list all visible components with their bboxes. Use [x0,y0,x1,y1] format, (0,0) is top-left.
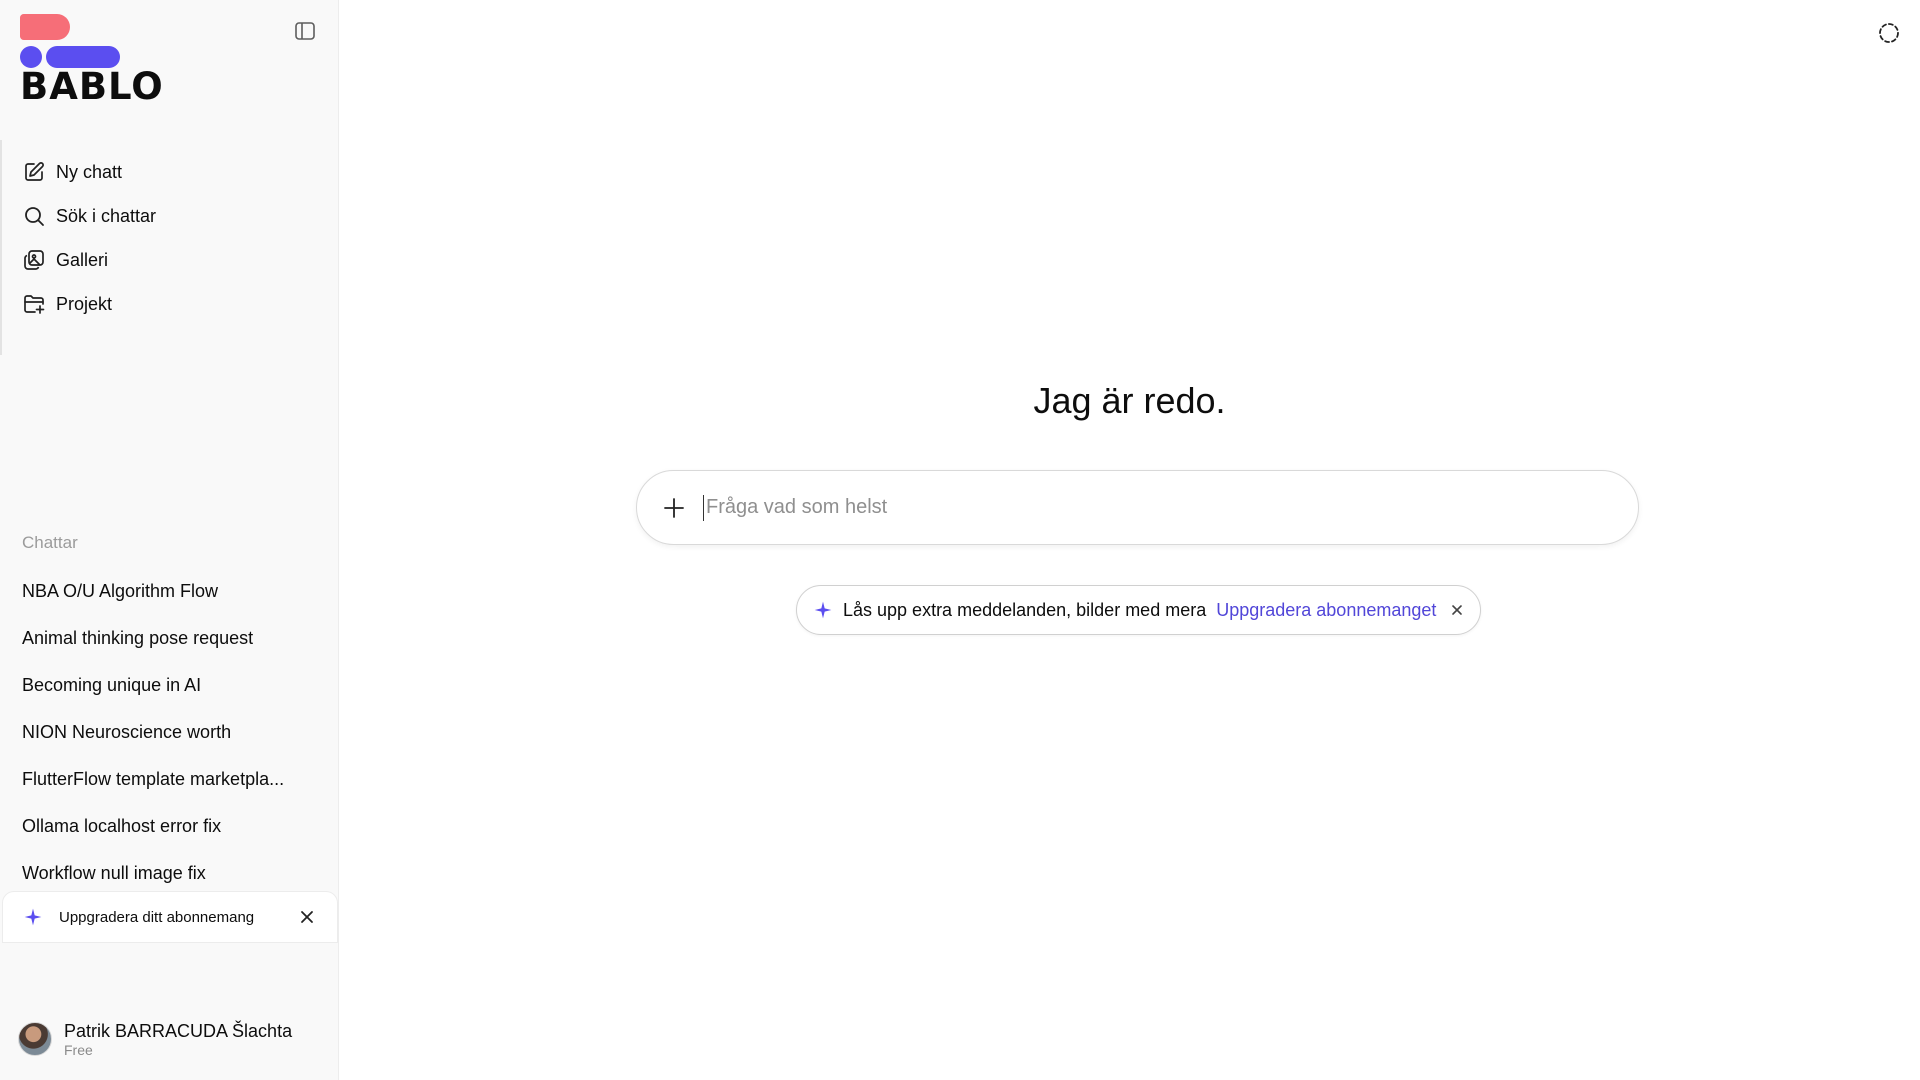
avatar [18,1022,52,1056]
chat-history-item[interactable]: Becoming unique in AI [10,662,328,709]
nav-item-label: Sök i chattar [56,205,157,226]
search-icon [25,207,44,226]
sidebar-nav: Ny chatt Sök i chattar Galleri Projekt [12,150,328,326]
logo-wordmark: BABLO [20,65,164,108]
chat-history-item[interactable]: Workflow null image fix [10,850,328,897]
upgrade-subscription-link[interactable]: Uppgradera abonnemanget [1216,600,1436,621]
chat-history-item[interactable]: Ollama localhost error fix [10,803,328,850]
page-title: Jag är redo. [1033,380,1226,421]
gallery-icon [24,250,44,270]
chat-history-item[interactable]: NBA O/U Algorithm Flow [10,568,328,615]
sidebar: BABLO Ny chatt Sök i chattar Galleri Pro… [0,0,339,1080]
chats-section-label: Chattar [22,533,78,552]
chat-history-item[interactable]: NION Neuroscience worth [10,709,328,756]
promo-text: Lås upp extra meddelanden, bilder med me… [843,599,1207,620]
main-area: Jag är redo. Lås upp extra meddelanden, … [339,0,1920,1080]
user-plan: Free [64,1042,93,1058]
nav-item-label: Galleri [56,249,109,270]
logo-pink-shape [20,14,70,40]
project-folder-icon [24,295,45,314]
message-composer [636,470,1639,545]
nav-item-label: Ny chatt [56,161,123,182]
chat-history-item[interactable]: FlutterFlow template marketpla... [10,756,328,803]
nav-item-search-chats[interactable]: Sök i chattar [12,194,328,238]
nav-item-projects[interactable]: Projekt [12,282,328,326]
upgrade-promo-pill: Lås upp extra meddelanden, bilder med me… [796,585,1482,635]
nav-item-gallery[interactable]: Galleri [12,238,328,282]
message-input[interactable] [703,494,1638,521]
user-profile[interactable]: Patrik BARRACUDA Šlachta Free [18,1020,292,1058]
sparkle-icon [24,908,42,926]
chat-history-list: NBA O/U Algorithm Flow Animal thinking p… [10,568,328,897]
upgrade-plan-link[interactable]: Uppgradera ditt abonnemang [59,909,299,926]
user-info: Patrik BARRACUDA Šlachta Free [64,1020,292,1058]
sidebar-upgrade-banner: Uppgradera ditt abonnemang [2,891,338,943]
bablo-logo[interactable]: BABLO [20,14,165,106]
close-icon[interactable] [299,909,315,925]
plus-icon[interactable] [661,495,687,521]
temporary-chat-icon[interactable] [1876,20,1902,46]
sparkle-icon [814,601,832,619]
nav-divider [0,140,2,355]
toggle-sidebar-icon[interactable] [293,19,317,43]
close-icon[interactable] [1450,603,1464,617]
nav-item-label: Projekt [56,293,113,314]
chat-history-item[interactable]: Animal thinking pose request [10,615,328,662]
nav-item-new-chat[interactable]: Ny chatt [12,150,328,194]
user-name: Patrik BARRACUDA Šlachta [64,1021,293,1041]
new-chat-icon [25,162,44,181]
